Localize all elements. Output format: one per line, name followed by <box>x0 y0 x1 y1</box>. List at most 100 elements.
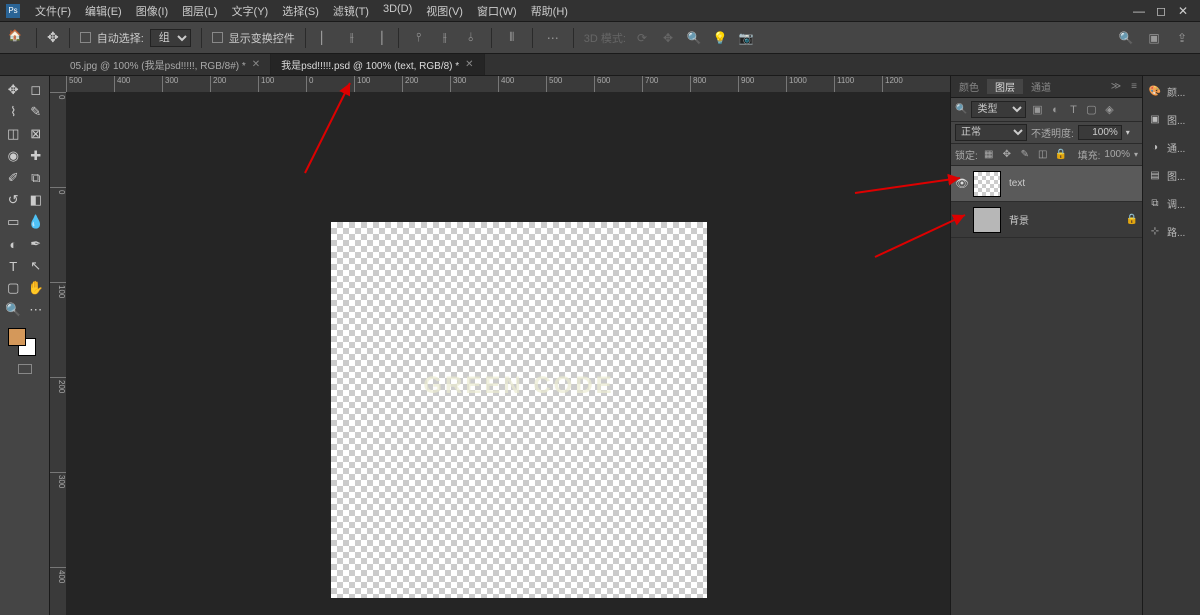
layer-name[interactable]: text <box>1009 178 1122 189</box>
menu-item[interactable]: 滤镜(T) <box>326 3 376 19</box>
filter-shape-icon[interactable]: ▢ <box>1084 103 1098 116</box>
blur-tool[interactable]: 💧 <box>26 212 46 232</box>
color-swatches[interactable] <box>2 328 47 358</box>
collapsed-panel-item[interactable]: ⊹路... <box>1143 220 1200 242</box>
layer-name[interactable]: 背景 <box>1009 212 1122 227</box>
quick-mask-toggle[interactable] <box>18 364 32 374</box>
filter-adjust-icon[interactable]: ◐ <box>1048 104 1062 116</box>
heal-tool[interactable]: ✚ <box>26 146 46 166</box>
options-bar: 🏠 ✥ 自动选择: 组 显示变换控件 ▏ ⫲ ▕ ⫯ ⫲ ⫰ ⫴ ⋯ 3D 模式… <box>0 22 1200 54</box>
path-select-tool[interactable]: ↖ <box>26 256 46 276</box>
collapsed-panel-item[interactable]: ⧉调... <box>1143 192 1200 214</box>
menu-item[interactable]: 编辑(E) <box>78 3 129 19</box>
marquee-tool[interactable]: ◻ <box>26 80 46 100</box>
lasso-tool[interactable]: ⌇ <box>3 102 23 122</box>
auto-select-mode[interactable]: 组 <box>150 29 191 47</box>
share-icon[interactable]: ⇪ <box>1172 28 1192 48</box>
panel-collapse-icon[interactable]: ≫ <box>1106 81 1126 92</box>
filter-smart-icon[interactable]: ◈ <box>1102 103 1116 116</box>
layer-visibility-icon[interactable]: 👁 <box>951 177 973 190</box>
align-left-icon[interactable]: ▏ <box>316 28 336 48</box>
dodge-tool[interactable]: ◐ <box>3 234 23 254</box>
layer-row[interactable]: 背景🔒 <box>951 202 1142 238</box>
menu-item[interactable]: 3D(D) <box>376 3 419 19</box>
ruler-horizontal: 5004003002001000100200300400500600700800… <box>50 76 950 92</box>
tab-close-icon[interactable]: ✕ <box>252 59 260 70</box>
document-tab[interactable]: 我是psd!!!!!.psd @ 100% (text, RGB/8) *✕ <box>271 54 484 75</box>
3d-camera-icon: 📷 <box>736 28 756 48</box>
layer-thumbnail[interactable] <box>973 171 1001 197</box>
collapsed-panel-item[interactable]: ◑通... <box>1143 136 1200 158</box>
lock-pixels-icon[interactable]: ▦ <box>982 149 996 160</box>
opacity-value[interactable]: 100% <box>1078 125 1122 140</box>
type-tool[interactable]: T <box>3 256 23 276</box>
workspace-icon[interactable]: ▣ <box>1144 28 1164 48</box>
filter-type-icon[interactable]: T <box>1066 104 1080 116</box>
history-brush-tool[interactable]: ↺ <box>3 190 23 210</box>
pen-tool[interactable]: ✒ <box>26 234 46 254</box>
document-tab[interactable]: 05.jpg @ 100% (我是psd!!!!!, RGB/8#) *✕ <box>60 54 271 75</box>
auto-select-checkbox[interactable] <box>80 32 91 43</box>
align-hcenter-icon[interactable]: ⫲ <box>342 28 362 48</box>
menu-item[interactable]: 窗口(W) <box>470 3 524 19</box>
layer-row[interactable]: 👁 text <box>951 166 1142 202</box>
menu-item[interactable]: 视图(V) <box>419 3 470 19</box>
edit-toolbar[interactable]: ⋯ <box>26 300 46 320</box>
foreground-swatch[interactable] <box>8 328 26 346</box>
align-right-icon[interactable]: ▕ <box>368 28 388 48</box>
align-vcenter-icon[interactable]: ⫲ <box>435 28 455 48</box>
more-icon[interactable]: ⋯ <box>543 28 563 48</box>
lock-position-icon[interactable]: ✥ <box>1000 149 1014 160</box>
show-transform-checkbox[interactable] <box>212 32 223 43</box>
blend-mode-select[interactable]: 正常 <box>955 124 1027 141</box>
window-close[interactable]: ✕ <box>1172 4 1194 18</box>
quick-select-tool[interactable]: ✎ <box>26 102 46 122</box>
shape-tool[interactable]: ▢ <box>3 278 23 298</box>
home-icon[interactable]: 🏠 <box>8 29 26 47</box>
layer-filter-type[interactable]: 类型 <box>971 101 1026 118</box>
move-tool[interactable]: ✥ <box>3 80 23 100</box>
panel-tab[interactable]: 颜色 <box>951 79 987 94</box>
document-canvas[interactable]: GREEN CODE <box>331 222 707 598</box>
lock-artboard-icon[interactable]: ◫ <box>1036 149 1050 160</box>
layer-lock-icon[interactable]: 🔒 <box>1122 214 1142 225</box>
lock-lock-icon[interactable]: 🔒 <box>1054 149 1068 160</box>
frame-tool[interactable]: ⊠ <box>26 124 46 144</box>
brush-tool[interactable]: ✐ <box>3 168 23 188</box>
canvas-area: 5004003002001000100200300400500600700800… <box>50 76 950 615</box>
zoom-tool[interactable]: 🔍 <box>3 300 23 320</box>
menu-item[interactable]: 图层(L) <box>175 3 224 19</box>
eraser-tool[interactable]: ◧ <box>26 190 46 210</box>
lock-all-icon[interactable]: ✎ <box>1018 149 1032 160</box>
layer-thumbnail[interactable] <box>973 207 1001 233</box>
collapsed-panel-item[interactable]: 🎨颜... <box>1143 80 1200 102</box>
menu-item[interactable]: 文字(Y) <box>225 3 276 19</box>
gradient-tool[interactable]: ▭ <box>3 212 23 232</box>
hand-tool[interactable]: ✋ <box>26 278 46 298</box>
menu-item[interactable]: 选择(S) <box>275 3 326 19</box>
menu-item[interactable]: 图像(I) <box>129 3 175 19</box>
panel-menu-icon[interactable]: ≡ <box>1126 81 1142 92</box>
menu-item[interactable]: 文件(F) <box>28 3 78 19</box>
panel-tab[interactable]: 通道 <box>1023 79 1059 94</box>
filter-pixel-icon[interactable]: ▣ <box>1030 103 1044 116</box>
distribute-icon[interactable]: ⫴ <box>502 28 522 48</box>
menu-item[interactable]: 帮助(H) <box>524 3 575 19</box>
collapsed-panel-item[interactable]: ▣图... <box>1143 108 1200 130</box>
clone-tool[interactable]: ⧉ <box>26 168 46 188</box>
window-minimize[interactable]: — <box>1128 4 1150 18</box>
layer-filter-bar: 🔍 类型 ▣ ◐ T ▢ ◈ <box>951 98 1142 122</box>
collapsed-panel-item[interactable]: ▤图... <box>1143 164 1200 186</box>
align-top-icon[interactable]: ⫯ <box>409 28 429 48</box>
3d-orbit-icon: ⟳ <box>632 28 652 48</box>
search-icon[interactable]: 🔍 <box>1116 28 1136 48</box>
align-bottom-icon[interactable]: ⫰ <box>461 28 481 48</box>
eyedropper-tool[interactable]: ◉ <box>3 146 23 166</box>
window-maximize[interactable]: ◻ <box>1150 4 1172 18</box>
layers-list: 👁 text 背景🔒 <box>951 166 1142 615</box>
lock-label: 锁定: <box>955 147 978 162</box>
fill-value[interactable]: 100% <box>1104 149 1130 160</box>
crop-tool[interactable]: ◫ <box>3 124 23 144</box>
panel-tab[interactable]: 图层 <box>987 79 1023 94</box>
tab-close-icon[interactable]: ✕ <box>465 59 473 70</box>
